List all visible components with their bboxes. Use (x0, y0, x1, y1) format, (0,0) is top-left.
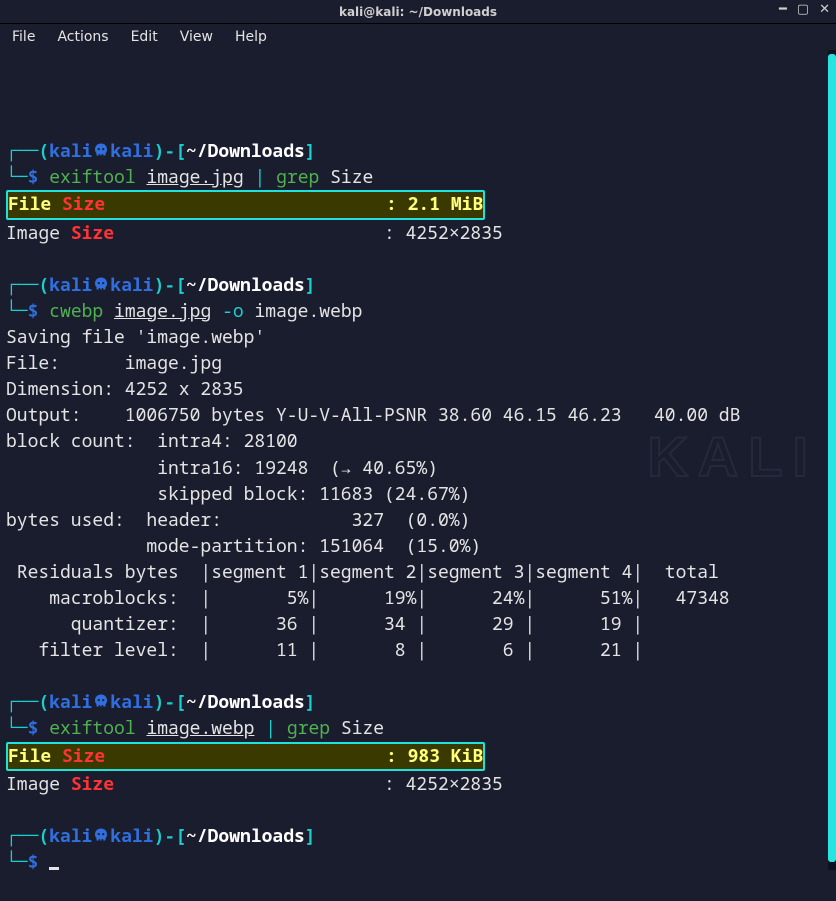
cwebp-l1: Saving file 'image.webp' (6, 325, 265, 349)
out3-imgsizelbl: Size (71, 772, 114, 796)
cmd2-arg: image.jpg (114, 299, 211, 323)
prompt-dollar-2: $ (28, 299, 39, 323)
menu-actions[interactable]: Actions (57, 29, 108, 45)
menu-view[interactable]: View (180, 29, 213, 45)
prompt-dollar: $ (28, 165, 39, 189)
prompt-sep: )-[ (154, 139, 186, 163)
prompt-l1-3: ┌──( (6, 690, 49, 714)
prompt-host-4: kali (110, 824, 153, 848)
out1-imglbl: Image (6, 221, 71, 245)
scrollbar[interactable] (828, 50, 836, 870)
menubar: File Actions Edit View Help (0, 24, 836, 50)
skull-icon (92, 827, 110, 845)
minimize-icon[interactable]: ━ (779, 2, 787, 17)
cmd2-out: image.webp (254, 299, 362, 323)
out1-spacer (105, 192, 386, 216)
close-icon[interactable]: ✕ (819, 2, 830, 17)
cwebp-l5: block count: intra4: 28100 (6, 429, 298, 453)
out3-imgspacer (114, 772, 384, 796)
prompt-l1-2: ┌──( (6, 273, 49, 297)
cwebp-l11: macroblocks: | 5%| 19%| 24%| 51%| 47348 (6, 586, 730, 610)
out1-imgspacer (114, 221, 384, 245)
prompt-host: kali (110, 139, 153, 163)
skull-icon (92, 276, 110, 294)
cwebp-l10: Residuals bytes |segment 1|segment 2|seg… (6, 560, 719, 584)
out1-filelbl: File (8, 192, 62, 216)
prompt-user: kali (49, 139, 92, 163)
out3-val: : 983 KiB (386, 744, 483, 768)
cwebp-l3: Dimension: 4252 x 2835 (6, 377, 244, 401)
prompt-end-3: ] (305, 690, 316, 714)
out3-imgval: : 4252×2835 (384, 772, 503, 796)
prompt-dollar-4: $ (28, 850, 39, 874)
terminal[interactable]: KALI ┌──(kalikali)-[~/Downloads] └─$ exi… (0, 50, 836, 876)
cwebp-l8: bytes used: header: 327 (0.0%) (6, 508, 470, 532)
out1-imgval: : 4252×2835 (384, 221, 503, 245)
cmd1-greparg: Size (330, 165, 373, 189)
filesize-highlight-2: File Size : 983 KiB (6, 742, 485, 771)
out1-val: : 2.1 MiB (386, 192, 483, 216)
prompt-sep-3: )-[ (154, 690, 186, 714)
prompt-end-2: ] (305, 273, 316, 297)
prompt-user-3: kali (49, 690, 92, 714)
cmd1-arg: image.jpg (146, 165, 243, 189)
cursor (49, 867, 59, 870)
cmd1-grep: grep (276, 165, 319, 189)
cmd2-flag: -o (222, 299, 244, 323)
menu-edit[interactable]: Edit (131, 29, 158, 45)
prompt-sep-4: )-[ (154, 824, 186, 848)
cwebp-l13: filter level: | 11 | 8 | 6 | 21 | (6, 638, 643, 662)
prompt-user-2: kali (49, 273, 92, 297)
prompt-cwd-4: ~/Downloads (186, 824, 305, 848)
menu-help[interactable]: Help (235, 29, 267, 45)
prompt-l4-2: └─ (6, 299, 28, 323)
cmd3-grep: grep (287, 716, 330, 740)
cmd3-pipe: | (265, 716, 276, 740)
cwebp-l4: Output: 1006750 bytes Y-U-V-All-PSNR 38.… (6, 403, 740, 427)
prompt-l4-3: └─ (6, 716, 28, 740)
skull-icon (92, 142, 110, 160)
cwebp-l2: File: image.jpg (6, 351, 222, 375)
menu-file[interactable]: File (12, 29, 35, 45)
titlebar: kali@kali: ~/Downloads ━ ▢ ✕ (0, 0, 836, 24)
prompt-cwd-2: ~/Downloads (186, 273, 305, 297)
maximize-icon[interactable]: ▢ (797, 2, 809, 17)
prompt-sep-2: )-[ (154, 273, 186, 297)
cmd3-cmd: exiftool (49, 716, 135, 740)
prompt-end: ] (305, 139, 316, 163)
prompt-host-3: kali (110, 690, 153, 714)
skull-icon (92, 693, 110, 711)
cwebp-l7: skipped block: 11683 (24.67%) (6, 482, 470, 506)
cmd3-arg: image.webp (146, 716, 254, 740)
cwebp-l12: quantizer: | 36 | 34 | 29 | 19 | (6, 612, 643, 636)
prompt-l4: └─ (6, 165, 28, 189)
cwebp-l6: intra16: 19248 (→ 40.65%) (6, 456, 438, 480)
prompt-host-2: kali (110, 273, 153, 297)
cmd3-greparg: Size (341, 716, 384, 740)
out1-imgsizelbl: Size (71, 221, 114, 245)
prompt-cwd: ~/Downloads (186, 139, 305, 163)
prompt-l4-4: └─ (6, 850, 28, 874)
out3-imglbl: Image (6, 772, 71, 796)
cmd1-cmd: exiftool (49, 165, 135, 189)
prompt-user-4: kali (49, 824, 92, 848)
out3-sizelbl: Size (62, 744, 105, 768)
prompt-dollar-3: $ (28, 716, 39, 740)
prompt-end-4: ] (305, 824, 316, 848)
prompt-l1: ┌──( (6, 139, 49, 163)
filesize-highlight: File Size : 2.1 MiB (6, 190, 485, 219)
scrollbar-thumb[interactable] (828, 54, 836, 862)
window-title: kali@kali: ~/Downloads (339, 5, 497, 19)
prompt-cwd-3: ~/Downloads (186, 690, 305, 714)
cmd2-cmd: cwebp (49, 299, 103, 323)
out3-spacer (105, 744, 386, 768)
prompt-l1-4: ┌──( (6, 824, 49, 848)
cmd1-pipe: | (254, 165, 265, 189)
out3-filelbl: File (8, 744, 62, 768)
cwebp-l9: mode-partition: 151064 (15.0%) (6, 534, 481, 558)
terminal-line: ┌──(kalikali)-[~/Downloads] └─$ exiftool… (6, 112, 830, 875)
window-controls: ━ ▢ ✕ (779, 2, 830, 17)
out1-sizelbl: Size (62, 192, 105, 216)
